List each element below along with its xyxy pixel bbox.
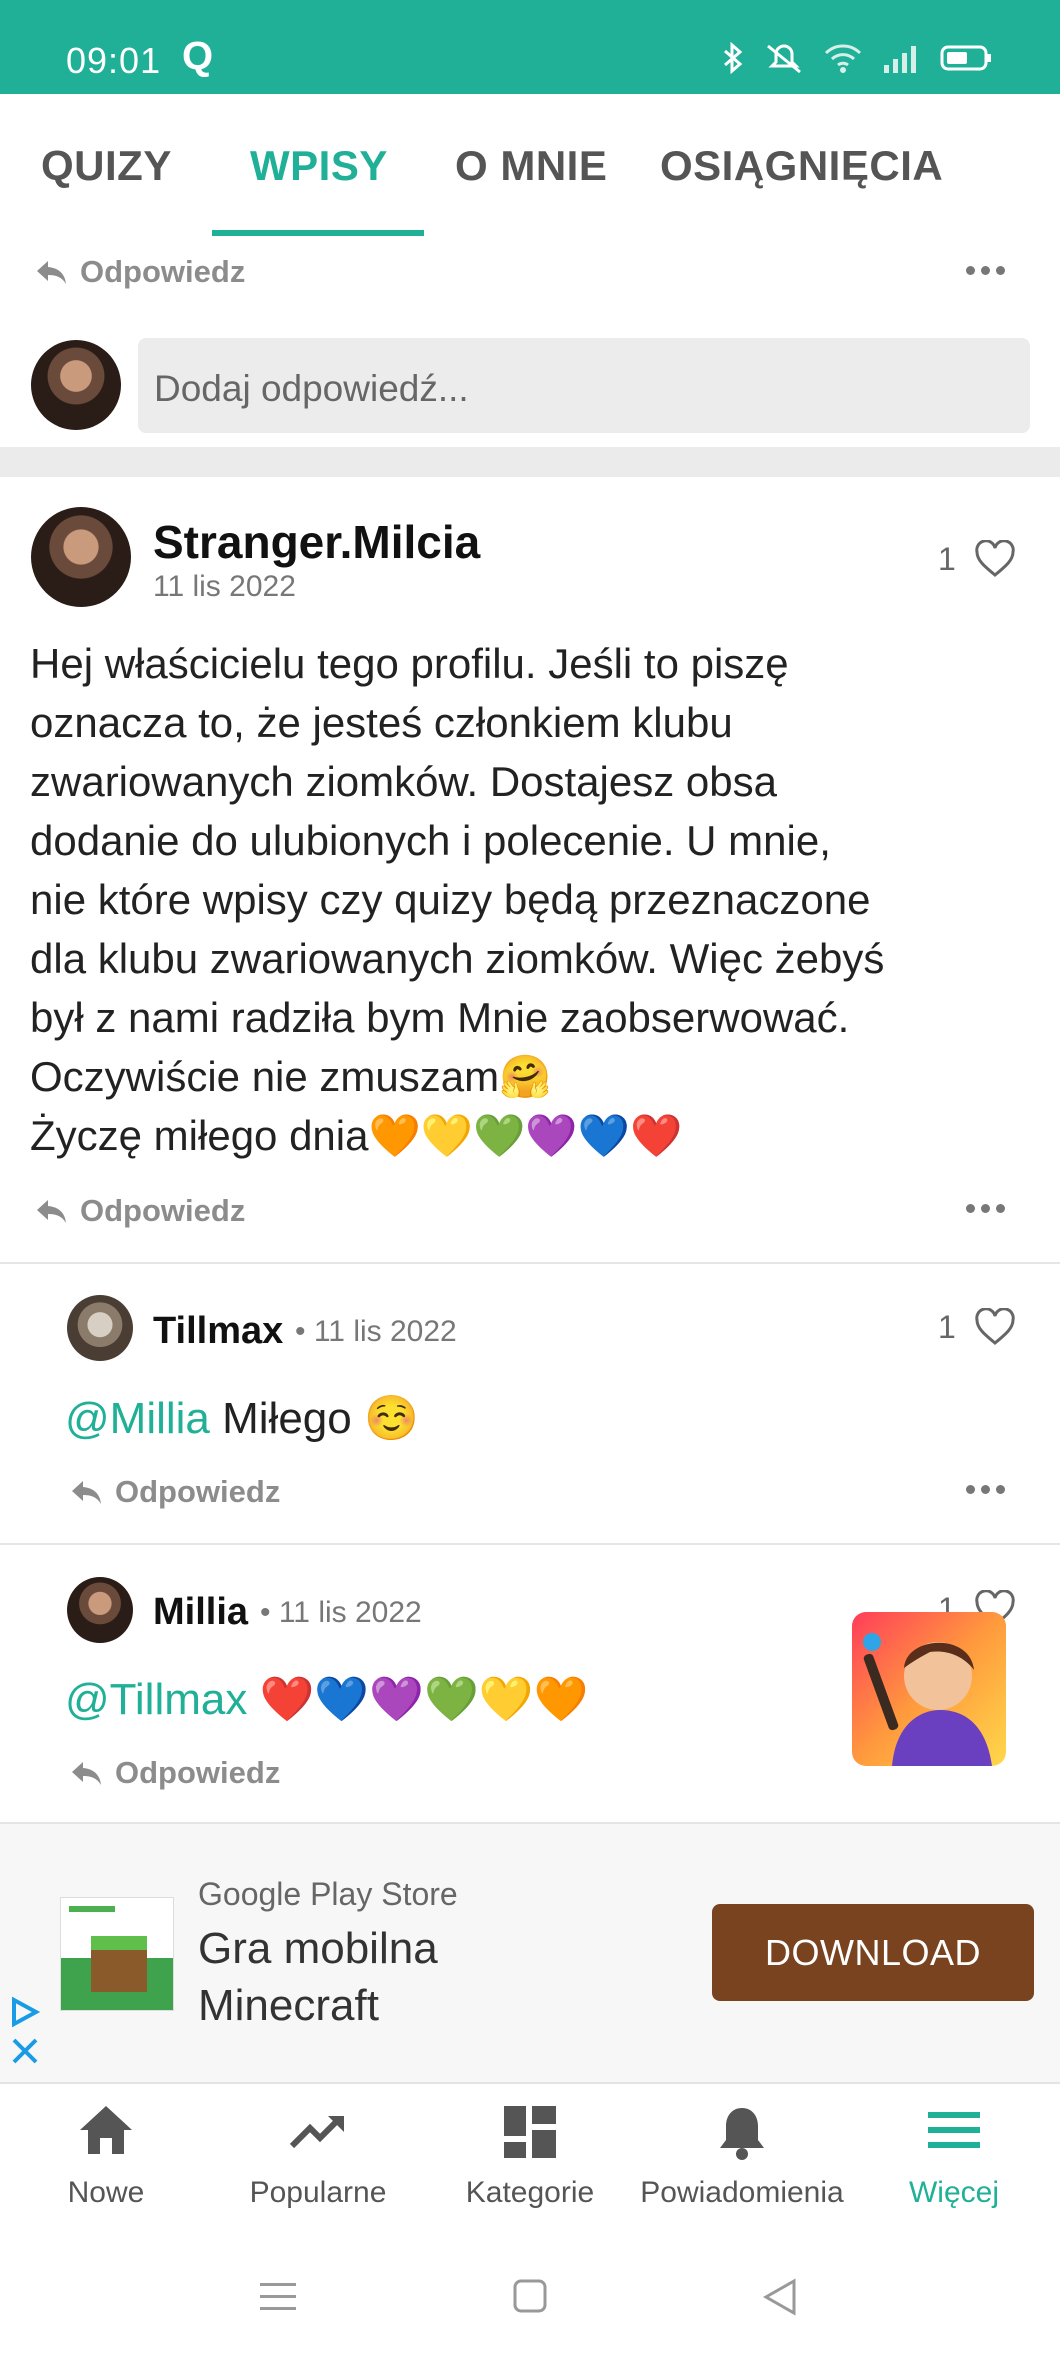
- divider: [0, 1543, 1060, 1545]
- comment-body: @Millia Miłego ☺️: [65, 1392, 419, 1444]
- comment-author[interactable]: Tillmax: [153, 1310, 283, 1353]
- comment-body: @Tillmax ❤️💙💜💚💛🧡: [65, 1673, 588, 1725]
- reply-icon: [37, 1200, 66, 1223]
- nav-label: Kategorie: [465, 2176, 595, 2209]
- mention-link[interactable]: @Tillmax: [65, 1675, 247, 1724]
- active-tab-indicator: [212, 230, 424, 236]
- reply-button[interactable]: Odpowiedz: [69, 1474, 280, 1510]
- post-author[interactable]: Stranger.Milcia: [153, 515, 480, 569]
- nav-powiadomienia[interactable]: Powiadomienia: [636, 2086, 848, 2236]
- commenter-avatar[interactable]: [67, 1295, 133, 1361]
- mention-link[interactable]: @Millia: [65, 1394, 210, 1443]
- post-line: zwariowanych ziomków. Dostajesz obsa: [30, 758, 777, 805]
- character-illustration-icon: [863, 1633, 992, 1766]
- ad-title-line: Minecraft: [198, 1981, 379, 2030]
- post-line: był z nami radziła bym Mnie zaobserwować…: [30, 994, 850, 1041]
- post-line: oznacza to, że jesteś członkiem klubu: [30, 699, 733, 746]
- reply-button[interactable]: Odpowiedz: [34, 1193, 245, 1229]
- reply-input[interactable]: Dodaj odpowiedź...: [138, 338, 1030, 433]
- reply-button[interactable]: Odpowiedz: [34, 254, 245, 290]
- post-date: 11 lis 2022: [153, 570, 296, 603]
- home-button-icon[interactable]: [512, 2278, 548, 2314]
- wifi-icon: [824, 44, 862, 73]
- tab-osiagniecia[interactable]: OSIĄGNIĘCIA: [660, 142, 943, 190]
- more-options-icon[interactable]: [966, 1485, 1005, 1494]
- comment-date: • 11 lis 2022: [260, 1596, 422, 1629]
- mute-icon: [767, 44, 801, 74]
- signal-icon: [884, 46, 916, 73]
- reply-label: Odpowiedz: [80, 1193, 246, 1228]
- app-notification-icon: Q: [182, 34, 214, 78]
- avatar: [31, 340, 121, 430]
- download-button[interactable]: DOWNLOAD: [712, 1904, 1034, 2001]
- tab-o-mnie[interactable]: O MNIE: [455, 142, 607, 190]
- post-line: dla klubu zwariowanych ziomków. Więc żeb…: [30, 935, 885, 982]
- post-line: dodanie do ulubionych i polecenie. U mni…: [30, 817, 831, 864]
- app-icon: [60, 1897, 174, 2011]
- post-line: nie które wpisy czy quizy będą przeznacz…: [30, 876, 871, 923]
- post-line: Oczywiście nie zmuszam🤗: [30, 1053, 552, 1100]
- ad-title: Gra mobilna Minecraft: [198, 1920, 578, 2034]
- home-icon: [80, 2106, 132, 2154]
- author-avatar[interactable]: [31, 507, 131, 607]
- post-like[interactable]: 1: [938, 540, 1016, 578]
- ad-title-line: Gra mobilna: [198, 1924, 438, 1973]
- comment-like[interactable]: 1: [938, 1308, 1016, 1346]
- tab-wpisy[interactable]: WPISY: [250, 142, 388, 190]
- heart-icon: [975, 1308, 1015, 1345]
- comment-text: Miłego ☺️: [209, 1394, 419, 1443]
- nav-label: Powiadomienia: [640, 2176, 844, 2209]
- bottom-navigation: Nowe Popularne Kategorie Powiadomienia W…: [0, 2086, 1060, 2236]
- battery-icon: [940, 45, 991, 71]
- status-icons: [722, 42, 992, 74]
- status-bar: 09:01 Q: [0, 0, 1060, 94]
- nav-popularne[interactable]: Popularne: [212, 2086, 424, 2236]
- grid-icon: [504, 2106, 556, 2158]
- system-navigation-bar: [0, 2236, 1060, 2355]
- adchoices-icon[interactable]: [8, 1996, 42, 2075]
- minecraft-icon: [61, 1906, 173, 2010]
- more-options-icon[interactable]: [966, 266, 1005, 275]
- nav-wiecej[interactable]: Więcej: [848, 2086, 1060, 2236]
- recent-apps-icon[interactable]: [258, 2280, 298, 2314]
- nav-label: Popularne: [249, 2176, 387, 2209]
- post-line: Życzę miłego dnia🧡💛💚💜💙❤️: [30, 1112, 683, 1159]
- comment-date: • 11 lis 2022: [295, 1315, 457, 1348]
- like-count: 1: [938, 1308, 956, 1345]
- bell-icon: [720, 2108, 764, 2160]
- trending-icon: [289, 2116, 344, 2149]
- ad-store-name: Google Play Store: [198, 1876, 458, 1912]
- section-divider: [0, 447, 1060, 477]
- reply-label: Odpowiedz: [115, 1474, 281, 1509]
- back-icon[interactable]: [762, 2278, 798, 2316]
- status-time: 09:01: [66, 40, 162, 81]
- divider: [0, 1262, 1060, 1264]
- heart-icon: [975, 540, 1015, 577]
- nav-label: Więcej: [908, 2176, 999, 2209]
- menu-icon: [928, 2112, 980, 2148]
- banner-ad[interactable]: Google Play Store Gra mobilna Minecraft …: [0, 1822, 1060, 2084]
- like-count: 1: [938, 540, 956, 577]
- nav-nowe[interactable]: Nowe: [0, 2086, 212, 2236]
- tab-quizy[interactable]: QUIZY: [41, 142, 172, 190]
- nav-label: Nowe: [67, 2176, 145, 2209]
- reply-label: Odpowiedz: [80, 254, 246, 289]
- floating-ad-thumbnail[interactable]: [852, 1612, 1006, 1766]
- more-options-icon[interactable]: [966, 1204, 1005, 1213]
- post-line: Hej właścicielu tego profilu. Jeśli to p…: [30, 640, 789, 687]
- nav-kategorie[interactable]: Kategorie: [424, 2086, 636, 2236]
- comment-author[interactable]: Millia: [153, 1591, 248, 1634]
- reply-button[interactable]: Odpowiedz: [69, 1755, 280, 1791]
- reply-icon: [37, 261, 66, 284]
- post-body: Hej właścicielu tego profilu. Jeśli to p…: [30, 634, 1040, 1165]
- commenter-avatar[interactable]: [67, 1577, 133, 1643]
- bluetooth-icon: [724, 42, 743, 74]
- profile-tabs: QUIZY WPISY O MNIE OSIĄGNIĘCIA: [0, 94, 1060, 236]
- comment-text: ❤️💙💜💚💛🧡: [247, 1675, 589, 1724]
- reply-icon: [72, 1481, 101, 1504]
- reply-label: Odpowiedz: [115, 1755, 281, 1790]
- reply-icon: [72, 1762, 101, 1785]
